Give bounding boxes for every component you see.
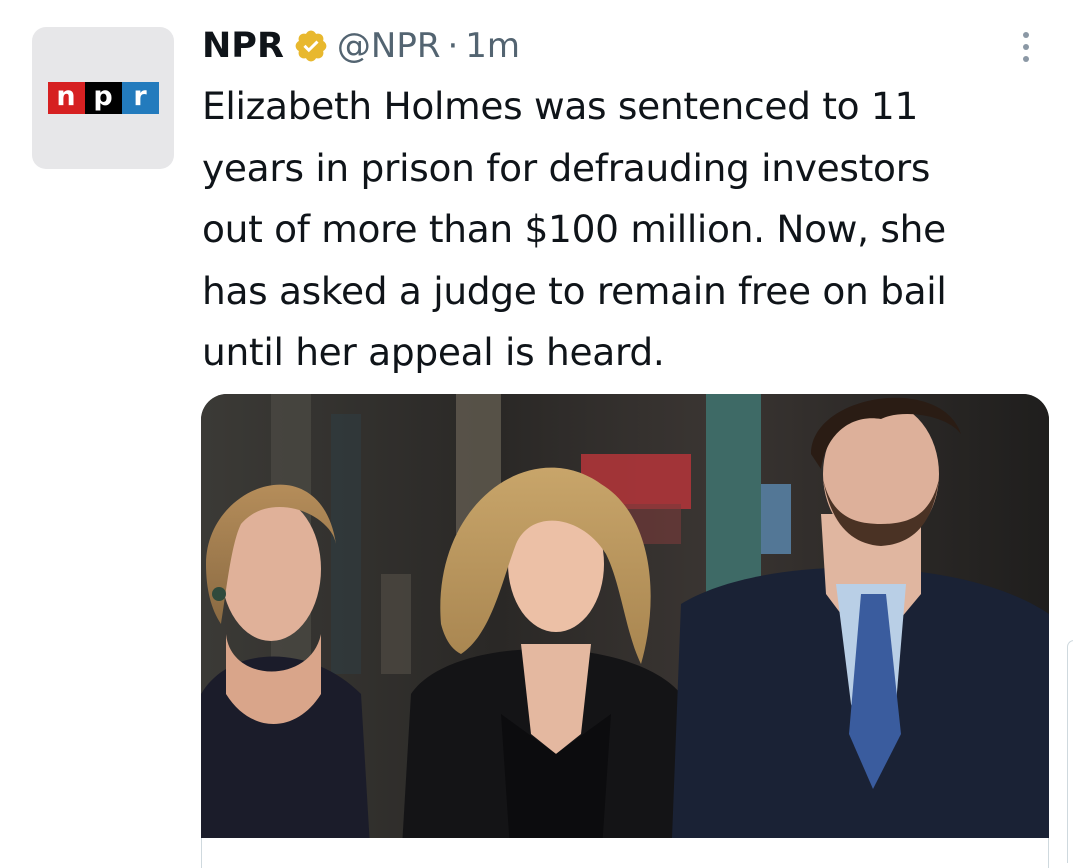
verified-badge-icon[interactable]	[293, 28, 329, 64]
tweet-text-line: out of more than $100 million. Now, she	[202, 207, 946, 251]
author-name[interactable]: NPR	[202, 26, 284, 66]
logo-letter-p: p	[84, 82, 122, 114]
next-item-edge	[1067, 640, 1073, 863]
author-handle[interactable]: @NPR	[337, 26, 441, 66]
tweet-text-line: Elizabeth Holmes was sentenced to 11	[202, 84, 919, 128]
separator-dot: ·	[447, 26, 459, 66]
logo-letter-n: n	[47, 82, 85, 114]
tweet-text-line: years in prison for defrauding investors	[202, 145, 931, 190]
tweet-media-photo[interactable]	[201, 394, 1049, 864]
npr-logo: n p r	[47, 82, 159, 114]
tweet-text-line: until her appeal is heard.	[202, 330, 665, 374]
news-photo	[201, 394, 1049, 864]
link-card-edge	[201, 838, 1049, 868]
avatar[interactable]: n p r	[32, 27, 174, 169]
timestamp[interactable]: 1m	[465, 26, 520, 66]
more-vertical-icon[interactable]	[1016, 29, 1036, 65]
tweet-text-line: has asked a judge to remain free on bail	[202, 268, 947, 313]
logo-letter-r: r	[121, 82, 159, 114]
tweet[interactable]: n p r NPR @NPR · 1m Elizabeth Holmes was…	[0, 0, 1073, 868]
tweet-text: Elizabeth Holmes was sentenced to 11 yea…	[202, 76, 1052, 384]
tweet-header: NPR @NPR · 1m	[202, 22, 520, 70]
